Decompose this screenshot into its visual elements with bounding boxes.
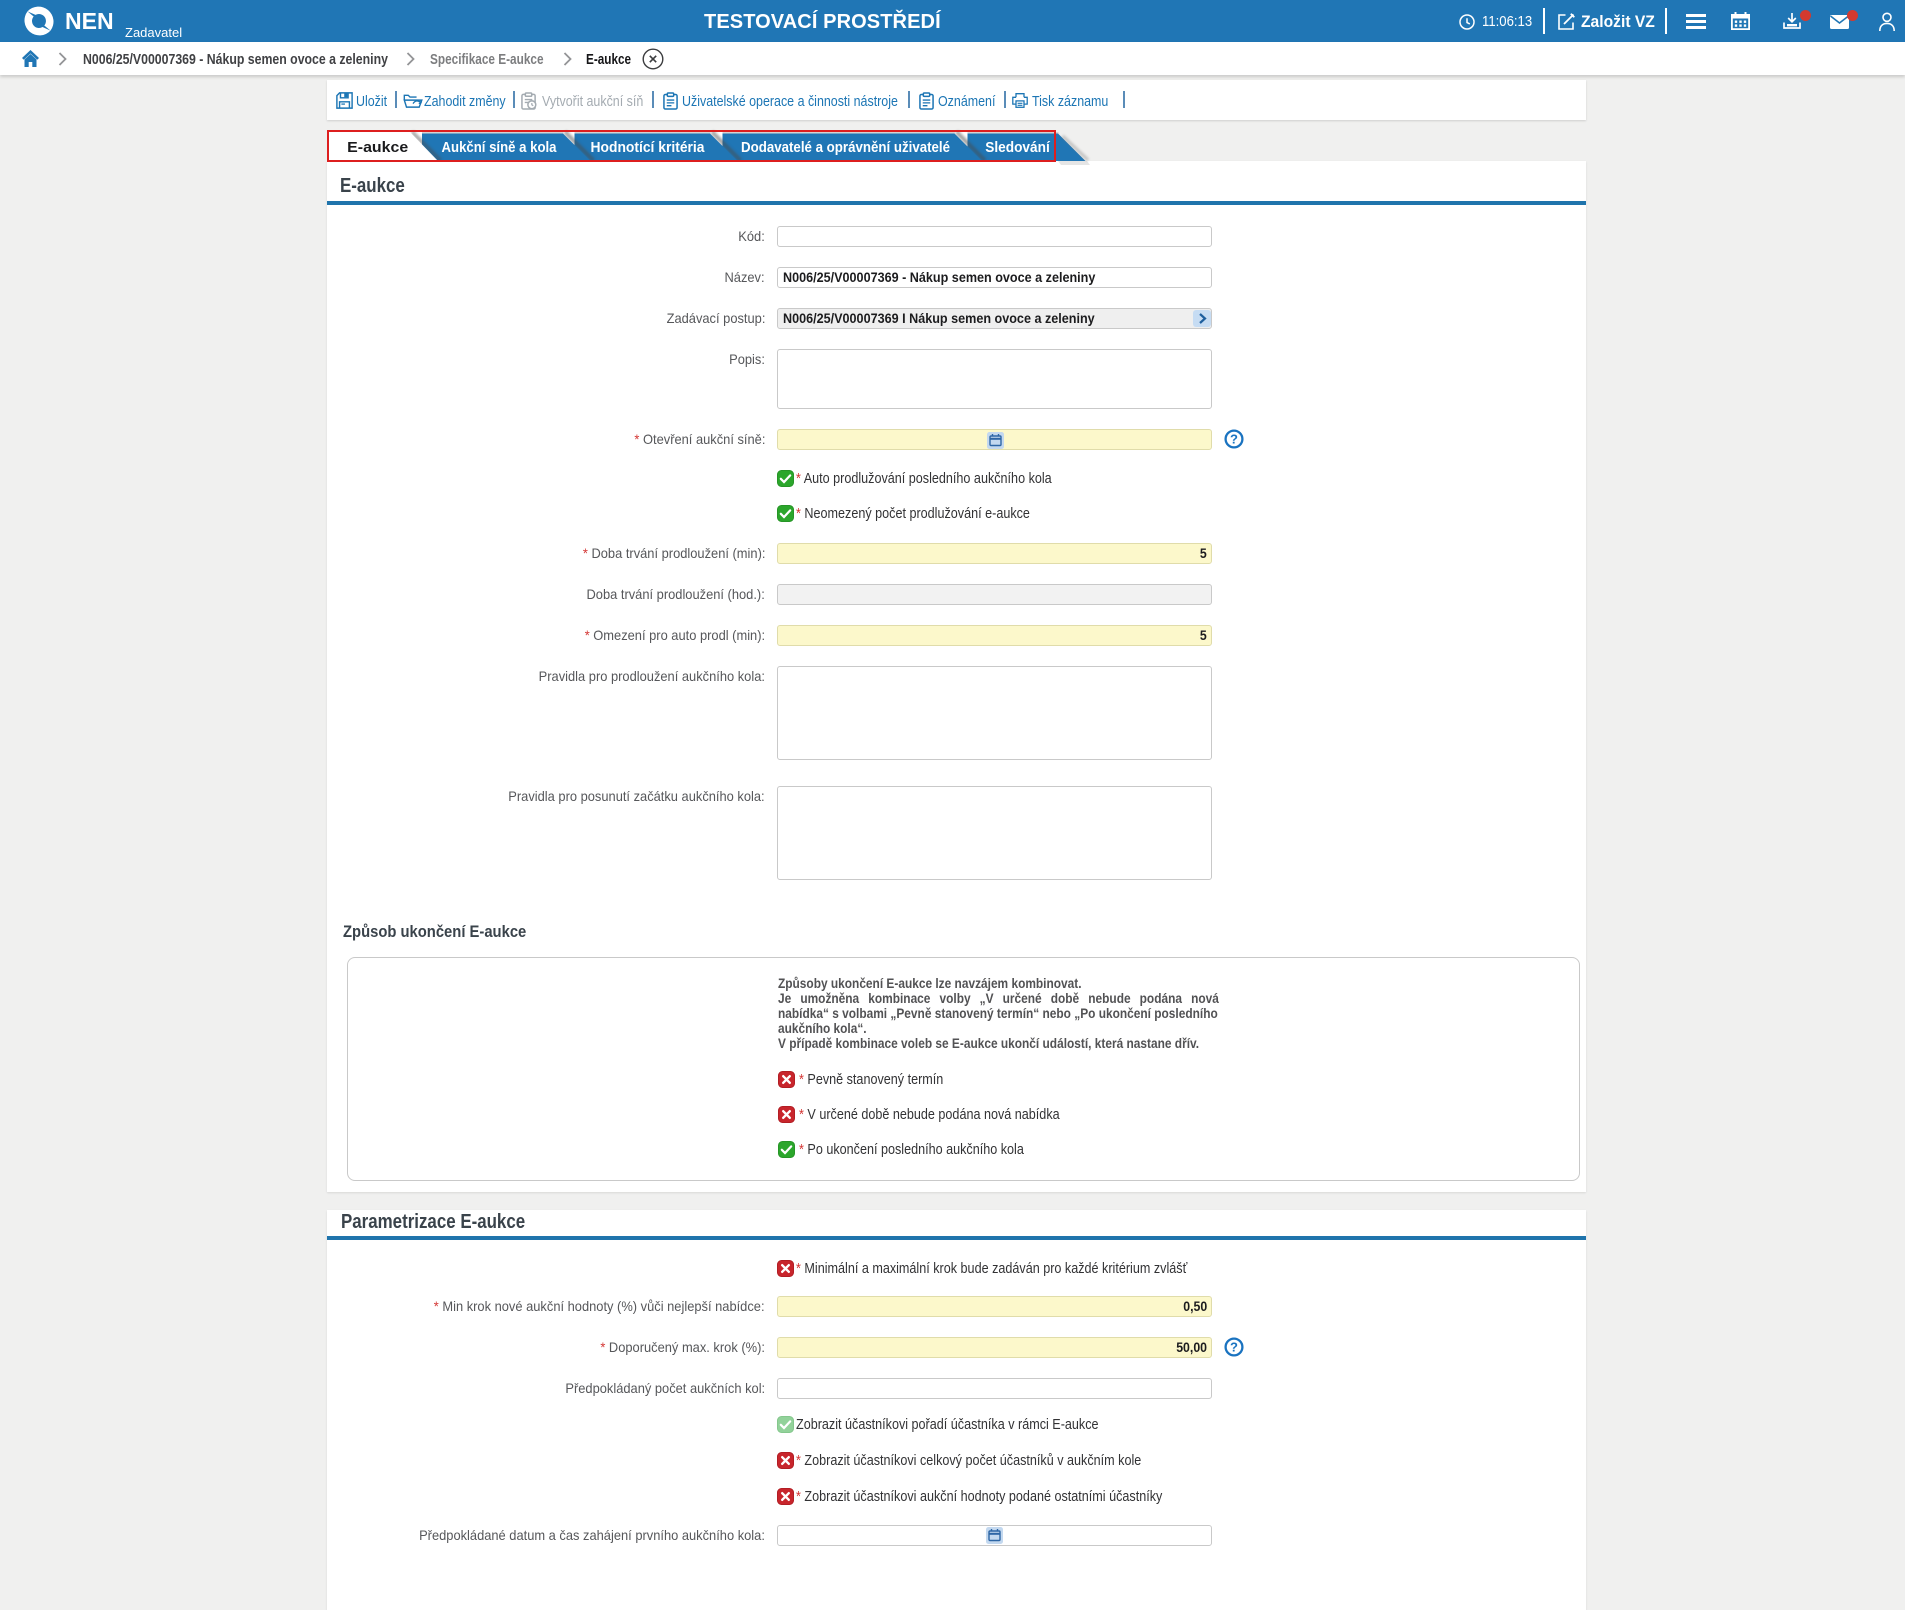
svg-text:?: ? <box>1230 432 1238 447</box>
svg-text:Dodavatelé a oprávnění uživate: Dodavatelé a oprávnění uživatelé <box>741 139 950 156</box>
svg-text:E-aukce: E-aukce <box>347 139 408 156</box>
svg-text:?: ? <box>1230 1340 1238 1355</box>
svg-text:Sledování: Sledování <box>985 139 1050 156</box>
svg-text:Aukční síně a kola: Aukční síně a kola <box>442 139 558 156</box>
svg-text:Hodnotící kritéria: Hodnotící kritéria <box>591 139 706 156</box>
